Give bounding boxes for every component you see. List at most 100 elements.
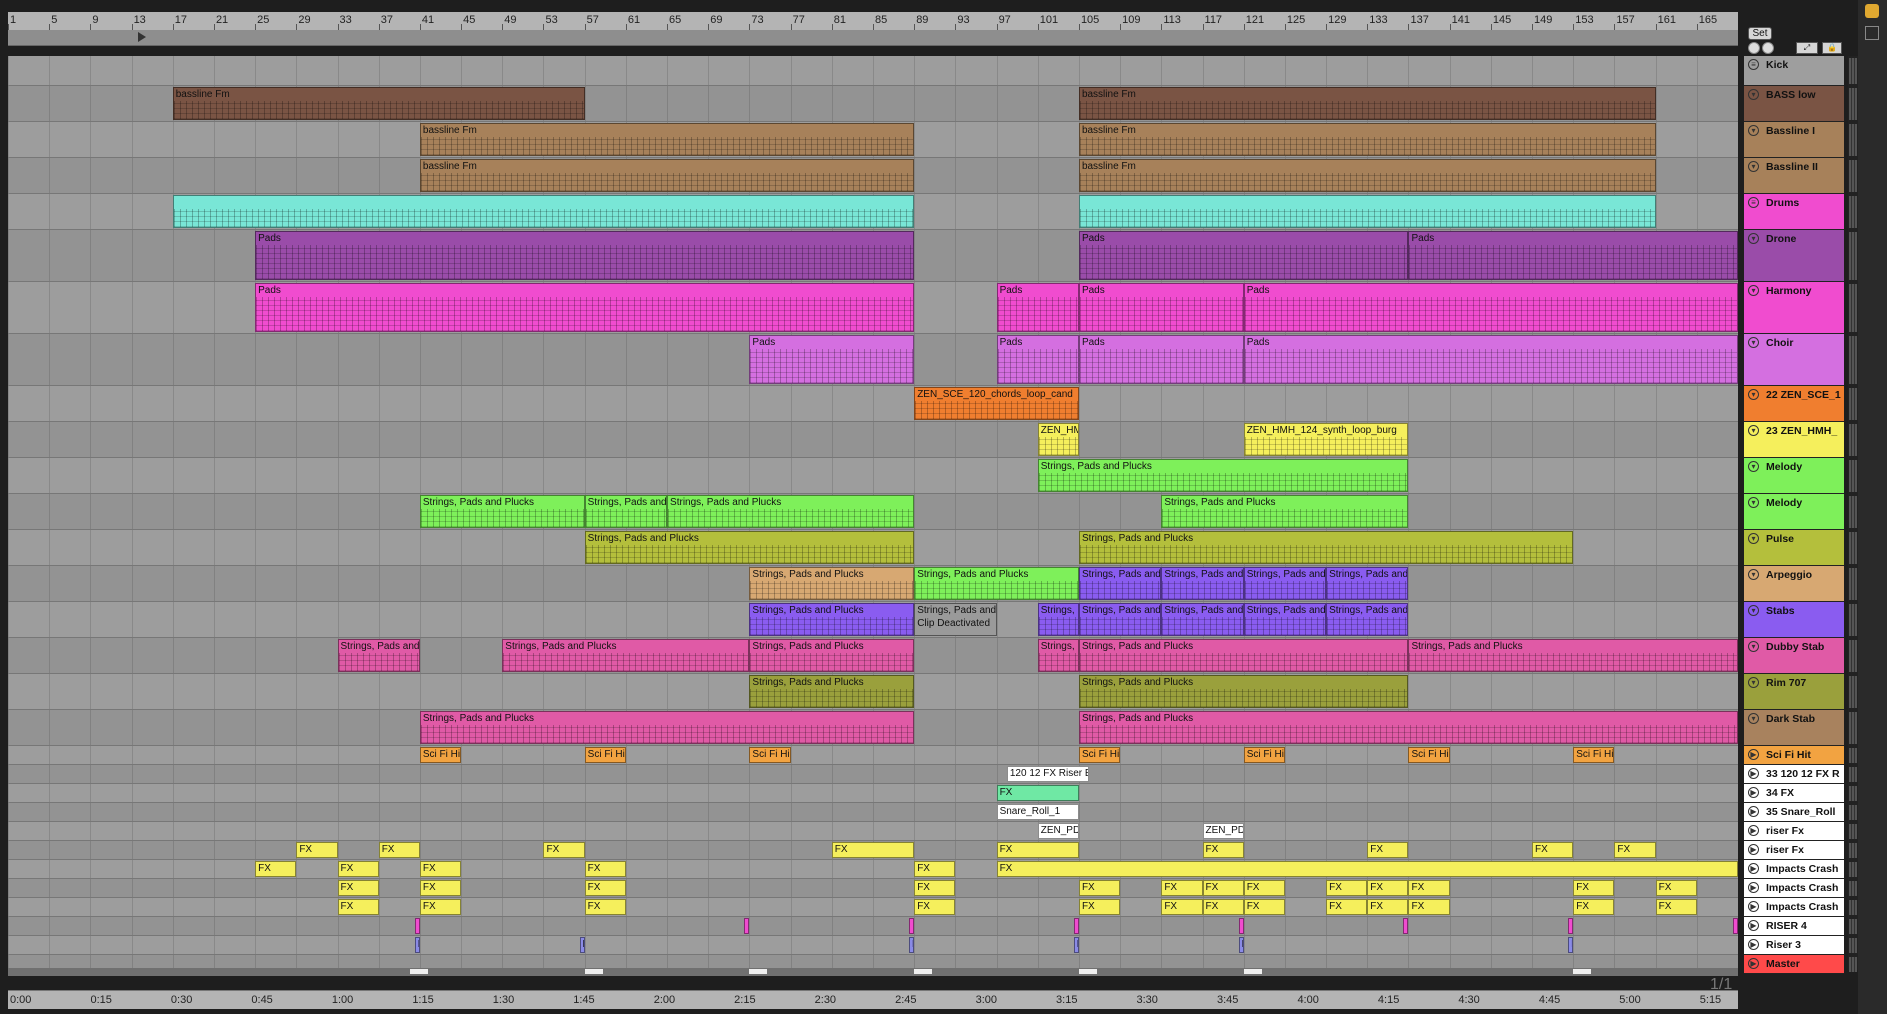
arrangement-clip[interactable]: Strings, Pads and Plucks (1078, 711, 1738, 744)
arrangement-clip[interactable]: bassline Fm (1078, 123, 1656, 156)
arrangement-clip[interactable]: FX (255, 861, 297, 877)
track-lane[interactable] (8, 936, 1738, 955)
arrangement-clip[interactable]: F (414, 937, 420, 953)
arrangement-clip[interactable]: Strings, Pads and Plucks (1078, 531, 1574, 564)
arrangement-clip[interactable]: Strings, Pads and Plucks (1408, 639, 1738, 672)
track-lane[interactable] (8, 822, 1738, 841)
track-header[interactable]: ▶ riser Fx (1744, 822, 1844, 841)
track-lane[interactable] (8, 879, 1738, 898)
arrangement-clip[interactable]: ZEN_PD (1037, 823, 1079, 839)
arrangement-clip[interactable]: Strings, Pads and Plucks (584, 531, 915, 564)
arrangement-clip[interactable]: F (1073, 937, 1079, 953)
chevron-down-icon[interactable]: ▾ (1748, 425, 1759, 436)
arrangement-clip[interactable]: Strings, (1037, 603, 1079, 636)
overview-scrollbar[interactable] (8, 968, 1738, 976)
arrangement-clip[interactable] (744, 918, 750, 934)
track-header[interactable]: ▾ 23 ZEN_HMH_ (1744, 422, 1844, 458)
track-header[interactable]: ▶ RISER 4 (1744, 917, 1844, 936)
chevron-down-icon[interactable]: ▾ (1748, 389, 1759, 400)
track-header[interactable]: ▶ Riser 3 (1744, 936, 1844, 955)
arrangement-clip[interactable]: FX (1161, 899, 1203, 915)
play-icon[interactable]: ▶ (1748, 825, 1759, 836)
track-header[interactable]: ▾ Pulse (1744, 530, 1844, 566)
track-header[interactable]: ▶ Impacts Crash (1744, 898, 1844, 917)
play-icon[interactable]: ▶ (1748, 939, 1759, 950)
arrangement-clip[interactable]: FX (337, 880, 379, 896)
arrangement-clip[interactable]: FX (419, 861, 462, 877)
track-header[interactable]: ▶ Master (1744, 955, 1844, 974)
arrangement-clip[interactable]: Strings, Pads and (337, 639, 420, 672)
arrangement-clip[interactable]: Sci Fi Hi (1243, 747, 1285, 763)
arrangement-clip[interactable]: 120 12 FX Riser E (1006, 766, 1090, 782)
arrangement-clip[interactable]: FX (1326, 880, 1368, 896)
track-header[interactable]: ▶ 34 FX (1744, 784, 1844, 803)
arrangement-clip[interactable] (1073, 918, 1079, 934)
track-header[interactable]: ▾ Drone (1744, 230, 1844, 282)
arrangement-clip[interactable]: Strings, Pads and Plucks (419, 495, 585, 528)
arrangement-clip[interactable]: Strings, Pads and Plucks (749, 675, 915, 708)
arrangement-clip[interactable]: FX (1202, 880, 1244, 896)
play-icon[interactable]: ▶ (1748, 863, 1759, 874)
arrangement-clip[interactable]: Strings, Pads and (1326, 603, 1409, 636)
arrangement-clip[interactable]: ZEN_SCE_120_chords_loop_cand (914, 387, 1079, 420)
track-header[interactable]: ▾ Dubby Stab (1744, 638, 1844, 674)
arrangement-clip[interactable]: Strings, Pads and Plucks (1078, 639, 1409, 672)
arrangement-clip[interactable]: FX (914, 899, 956, 915)
arrangement-clip[interactable] (1238, 918, 1244, 934)
arrangement-clip[interactable]: bassline Fm (172, 87, 585, 120)
menu-icon[interactable]: ≡ (1748, 197, 1759, 208)
play-icon[interactable]: ▶ (1748, 787, 1759, 798)
arrangement-clip[interactable]: FX (1243, 880, 1285, 896)
start-marker-icon[interactable] (138, 32, 146, 42)
arrangement-clip[interactable]: FX (996, 842, 1079, 858)
arrangement-clip[interactable]: Strings, Pads and (1326, 567, 1409, 600)
chevron-down-icon[interactable]: ▾ (1748, 533, 1759, 544)
arrangement-clip[interactable]: FX (1202, 842, 1244, 858)
chevron-down-icon[interactable]: ▾ (1748, 337, 1759, 348)
browser-toggle-icon[interactable] (1865, 4, 1879, 18)
arrangement-clip[interactable]: bassline Fm (419, 159, 915, 192)
track-lane[interactable] (8, 917, 1738, 936)
track-header[interactable]: ≡ Kick (1744, 56, 1844, 86)
chevron-down-icon[interactable]: ▾ (1748, 461, 1759, 472)
play-icon[interactable]: ▶ (1748, 901, 1759, 912)
track-header[interactable]: ▾ 22 ZEN_SCE_1 (1744, 386, 1844, 422)
play-icon[interactable]: ▶ (1748, 749, 1759, 760)
arrangement-clip[interactable]: FX (1655, 880, 1697, 896)
arrangement-clip[interactable]: Pads (996, 283, 1079, 332)
arrangement-clip[interactable]: FX (337, 899, 379, 915)
arrangement-clip[interactable]: Pads (1243, 283, 1738, 332)
arrangement-clip[interactable]: bassline Fm (1078, 159, 1656, 192)
chevron-down-icon[interactable]: ▾ (1748, 285, 1759, 296)
play-icon[interactable]: ▶ (1748, 768, 1759, 779)
track-lane[interactable] (8, 386, 1738, 422)
track-lane[interactable] (8, 56, 1738, 86)
arrangement-clip[interactable]: FX (1655, 899, 1697, 915)
arrangement-clip[interactable]: Strings, Pads and Plucks (1037, 459, 1409, 492)
arrangement-clip[interactable]: FX (584, 861, 626, 877)
add-locator-icon[interactable] (1762, 42, 1774, 54)
arrangement-clip[interactable]: Strings, Pads and Plucks (419, 711, 915, 744)
bar-ruler[interactable]: 1 5 9 13 17 21 25 29 33 37 41 45 49 53 57 61 65 69 73 77 81 8… (8, 12, 1738, 31)
arrangement-clip[interactable]: FX (1367, 842, 1409, 858)
arrangement-lanes[interactable]: bassline Fm bassline Fm bassline Fm basslin… (8, 56, 1738, 970)
arrangement-clip[interactable]: Sci Fi Hi (419, 747, 462, 763)
arrangement-clip[interactable]: Strings, Pads and (584, 495, 668, 528)
arrangement-clip[interactable]: ZEN_PD (1202, 823, 1244, 839)
track-lane[interactable] (8, 746, 1738, 765)
arrangement-clip[interactable]: Strings, Pads and Plucks (749, 639, 915, 672)
track-header[interactable]: ▾ Melody (1744, 458, 1844, 494)
arrangement-clip[interactable]: Pads (1243, 335, 1738, 384)
arrangement-clip[interactable]: Pads (1078, 231, 1409, 280)
arrangement-clip[interactable]: F (909, 937, 915, 953)
arrangement-clip[interactable] (414, 918, 420, 934)
arrangement-clip[interactable] (1403, 918, 1409, 934)
arrangement-clip[interactable]: Pads (255, 283, 915, 332)
track-header[interactable]: ▾ Bassline II (1744, 158, 1844, 194)
arrangement-clip[interactable]: Strings, Pads and (1243, 567, 1327, 600)
arrangement-clip[interactable]: Pads (1078, 335, 1244, 384)
arrangement-clip[interactable]: FX (996, 861, 1738, 877)
track-header[interactable]: ▾ Dark Stab (1744, 710, 1844, 746)
track-header[interactable]: ▶ 33 120 12 FX R (1744, 765, 1844, 784)
arrangement-clip[interactable] (172, 195, 915, 228)
